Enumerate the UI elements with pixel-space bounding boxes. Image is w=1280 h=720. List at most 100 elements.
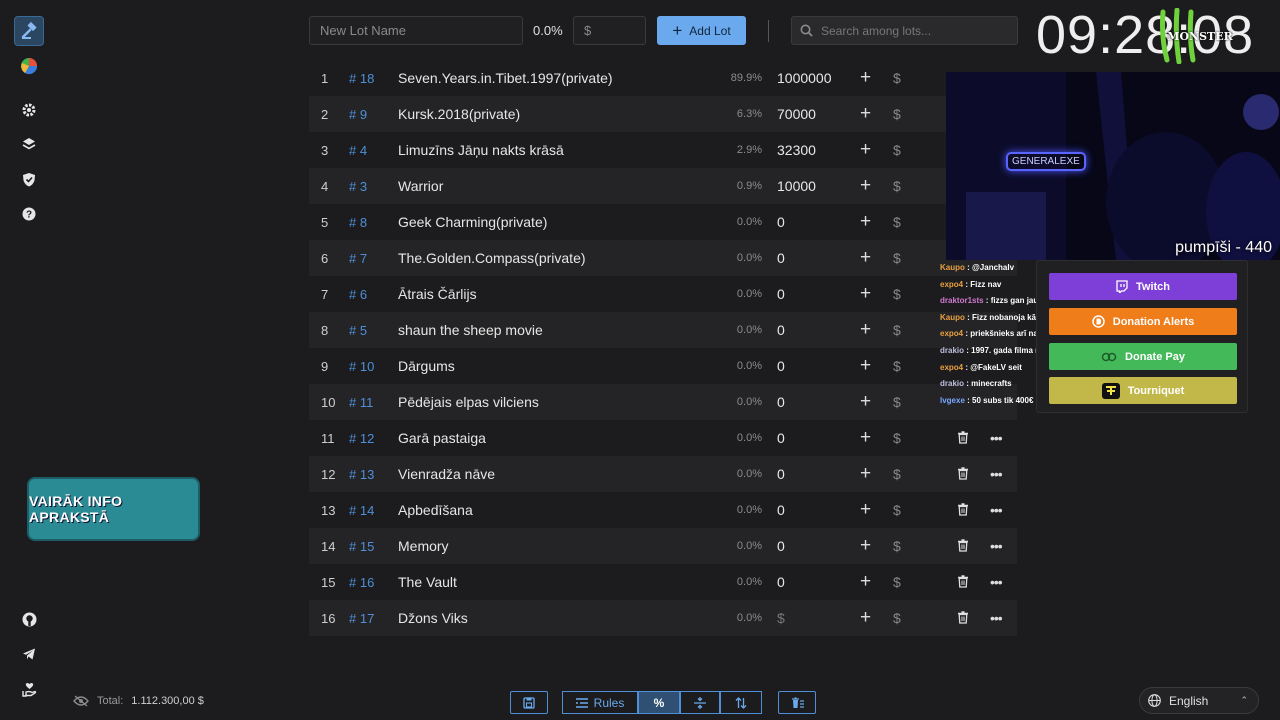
auction-hammer-icon[interactable] xyxy=(14,16,44,46)
new-lot-name-input[interactable] xyxy=(309,16,523,45)
lot-name[interactable]: Apbedīšana xyxy=(398,502,473,518)
save-button[interactable] xyxy=(510,691,548,714)
lot-name[interactable]: Dārgums xyxy=(398,358,455,374)
lot-id-link[interactable]: # 12 xyxy=(349,431,374,446)
eye-off-icon[interactable] xyxy=(73,695,89,707)
help-icon[interactable]: ? xyxy=(14,199,44,229)
gear-icon[interactable] xyxy=(14,95,44,125)
search-input[interactable]: Search among lots... xyxy=(791,16,1018,45)
more-options-button[interactable]: ••• xyxy=(990,430,1003,446)
shield-icon[interactable] xyxy=(14,164,44,194)
lot-amount[interactable]: 0 xyxy=(777,358,785,374)
delete-lot-button[interactable] xyxy=(957,575,969,591)
more-options-button[interactable]: ••• xyxy=(990,574,1003,590)
lot-amount[interactable]: 0 xyxy=(777,286,785,302)
add-amount-button[interactable]: + xyxy=(860,283,871,305)
add-money-button[interactable]: $ xyxy=(893,538,901,554)
lot-id-link[interactable]: # 11 xyxy=(349,395,373,410)
lot-amount[interactable]: 0 xyxy=(777,574,785,590)
lot-id-link[interactable]: # 18 xyxy=(349,71,374,86)
add-amount-button[interactable]: + xyxy=(860,535,871,557)
lot-id-link[interactable]: # 16 xyxy=(349,575,374,590)
lot-amount[interactable]: 70000 xyxy=(777,106,816,122)
compress-button[interactable] xyxy=(680,691,720,714)
rules-button[interactable]: Rules xyxy=(562,691,638,714)
github-icon[interactable] xyxy=(14,604,44,634)
lot-id-link[interactable]: # 5 xyxy=(349,323,367,338)
add-money-button[interactable]: $ xyxy=(893,142,901,158)
clear-lots-button[interactable] xyxy=(778,691,816,714)
donate-hand-icon[interactable] xyxy=(14,674,44,704)
more-options-button[interactable]: ••• xyxy=(990,502,1003,518)
lot-name[interactable]: Warrior xyxy=(398,178,443,194)
lot-amount[interactable]: 0 xyxy=(777,538,785,554)
lot-id-link[interactable]: # 14 xyxy=(349,503,374,518)
lot-amount[interactable]: 0 xyxy=(777,214,785,230)
add-money-button[interactable]: $ xyxy=(893,214,901,230)
add-amount-button[interactable]: + xyxy=(860,499,871,521)
add-money-button[interactable]: $ xyxy=(893,322,901,338)
lot-amount[interactable]: 32300 xyxy=(777,142,816,158)
lot-id-link[interactable]: # 15 xyxy=(349,539,374,554)
add-money-button[interactable]: $ xyxy=(893,610,901,626)
lot-name[interactable]: The Vault xyxy=(398,574,457,590)
new-lot-amount-input[interactable]: $ xyxy=(573,16,646,45)
twitch-button[interactable]: Twitch xyxy=(1049,273,1237,300)
tourniquet-button[interactable]: Tourniquet xyxy=(1049,377,1237,404)
add-lot-button[interactable]: + Add Lot xyxy=(657,16,746,45)
lot-name[interactable]: Limuzīns Jāņu nakts krāsā xyxy=(398,142,564,158)
percent-toggle[interactable]: % xyxy=(638,691,680,714)
add-amount-button[interactable]: + xyxy=(860,175,871,197)
lot-name[interactable]: Džons Viks xyxy=(398,610,468,626)
lot-id-link[interactable]: # 17 xyxy=(349,611,374,626)
donate-pay-button[interactable]: Donate Pay xyxy=(1049,343,1237,370)
lot-amount[interactable]: 0 xyxy=(777,394,785,410)
sort-button[interactable] xyxy=(720,691,762,714)
lot-amount[interactable]: 0 xyxy=(777,466,785,482)
add-amount-button[interactable]: + xyxy=(860,391,871,413)
lot-name[interactable]: Kursk.2018(private) xyxy=(398,106,520,122)
lot-name[interactable]: Memory xyxy=(398,538,449,554)
lot-name[interactable]: Garā pastaiga xyxy=(398,430,486,446)
add-money-button[interactable]: $ xyxy=(893,466,901,482)
language-select[interactable]: English ⌃ xyxy=(1139,687,1259,714)
lot-amount[interactable]: $ xyxy=(777,610,785,626)
pie-chart-icon[interactable] xyxy=(14,51,44,81)
lot-id-link[interactable]: # 7 xyxy=(349,251,367,266)
donation-alerts-button[interactable]: Donation Alerts xyxy=(1049,308,1237,335)
lot-id-link[interactable]: # 9 xyxy=(349,107,367,122)
lot-id-link[interactable]: # 10 xyxy=(349,359,374,374)
more-options-button[interactable]: ••• xyxy=(990,466,1003,482)
lot-name[interactable]: The.Golden.Compass(private) xyxy=(398,250,586,266)
delete-lot-button[interactable] xyxy=(957,431,969,447)
add-money-button[interactable]: $ xyxy=(893,358,901,374)
lot-name[interactable]: shaun the sheep movie xyxy=(398,322,543,338)
more-options-button[interactable]: ••• xyxy=(990,538,1003,554)
lot-name[interactable]: Pēdējais elpas vilciens xyxy=(398,394,539,410)
add-amount-button[interactable]: + xyxy=(860,319,871,341)
layers-icon[interactable] xyxy=(14,129,44,159)
add-amount-button[interactable]: + xyxy=(860,355,871,377)
lot-name[interactable]: Ātrais Čārlijs xyxy=(398,286,477,302)
lot-name[interactable]: Vienradža nāve xyxy=(398,466,495,482)
add-money-button[interactable]: $ xyxy=(893,106,901,122)
add-amount-button[interactable]: + xyxy=(860,427,871,449)
lot-id-link[interactable]: # 4 xyxy=(349,143,367,158)
add-money-button[interactable]: $ xyxy=(893,502,901,518)
lot-amount[interactable]: 0 xyxy=(777,430,785,446)
lot-id-link[interactable]: # 8 xyxy=(349,215,367,230)
lot-id-link[interactable]: # 6 xyxy=(349,287,367,302)
lot-amount[interactable]: 0 xyxy=(777,502,785,518)
lot-name[interactable]: Geek Charming(private) xyxy=(398,214,547,230)
add-money-button[interactable]: $ xyxy=(893,394,901,410)
add-money-button[interactable]: $ xyxy=(893,286,901,302)
lot-name[interactable]: Seven.Years.in.Tibet.1997(private) xyxy=(398,70,613,86)
add-amount-button[interactable]: + xyxy=(860,607,871,629)
add-money-button[interactable]: $ xyxy=(893,250,901,266)
delete-lot-button[interactable] xyxy=(957,503,969,519)
lot-id-link[interactable]: # 3 xyxy=(349,179,367,194)
add-amount-button[interactable]: + xyxy=(860,211,871,233)
telegram-icon[interactable] xyxy=(14,639,44,669)
add-amount-button[interactable]: + xyxy=(860,463,871,485)
add-amount-button[interactable]: + xyxy=(860,139,871,161)
